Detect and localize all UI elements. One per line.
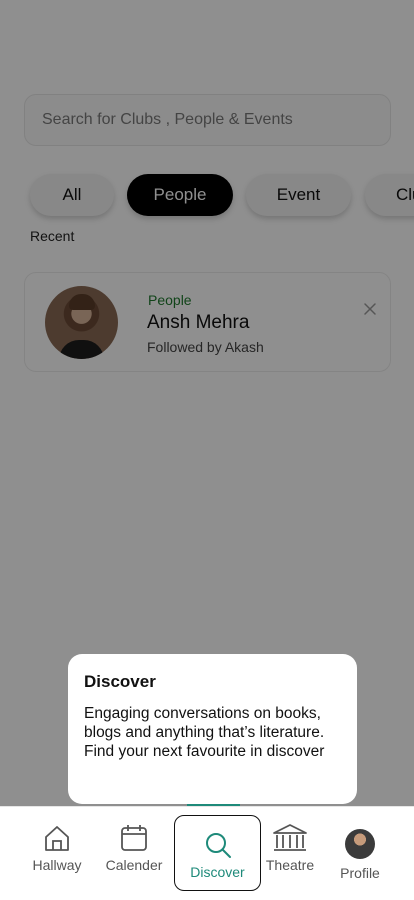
theatre-icon (273, 824, 307, 851)
calendar-icon (121, 825, 147, 851)
nav-discover[interactable]: Discover (174, 815, 261, 891)
nav-calender-label: Calender (105, 857, 163, 873)
tooltip-title: Discover (84, 672, 156, 691)
nav-theatre-label: Theatre (265, 857, 315, 873)
nav-profile[interactable]: Profile (325, 823, 395, 881)
nav-hallway-label: Hallway (32, 857, 82, 873)
search-icon (205, 833, 231, 858)
home-icon (45, 826, 69, 851)
nav-profile-label: Profile (340, 865, 380, 881)
profile-avatar (345, 829, 375, 859)
nav-theatre[interactable]: Theatre (255, 823, 325, 873)
onboarding-tooltip: Discover Engaging conversations on books… (68, 654, 357, 804)
nav-calender[interactable]: Calender (99, 823, 169, 873)
nav-discover-label: Discover (190, 864, 245, 880)
nav-hallway[interactable]: Hallway (22, 823, 92, 873)
tooltip-body: Engaging conversations on books, blogs a… (84, 705, 325, 760)
